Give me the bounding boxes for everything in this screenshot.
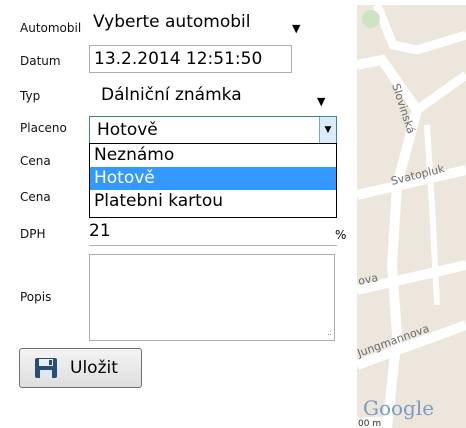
placeno-dropdown-list: Neznámo Hotově Platebni kartou <box>89 143 337 218</box>
dph-label: DPH <box>20 227 46 241</box>
automobil-select[interactable]: Vyberte automobil ▼ <box>89 9 311 37</box>
chevron-down-icon: ▼ <box>292 22 301 35</box>
floppy-disk-icon <box>35 358 57 378</box>
typ-value: Dálniční známka <box>101 85 242 105</box>
datum-label: Datum <box>20 54 61 68</box>
typ-label: Typ <box>20 89 41 103</box>
percent-unit: % <box>335 228 347 242</box>
popis-textarea[interactable]: .: <box>89 254 335 341</box>
google-logo: Google <box>363 396 434 420</box>
option-neznamo[interactable]: Neznámo <box>90 144 336 167</box>
automobil-label: Automobil <box>20 21 82 35</box>
map-scale-label: 00 m <box>358 419 381 428</box>
resize-grip-icon[interactable]: .: <box>327 328 332 338</box>
cena-label-2: Cena <box>20 190 51 204</box>
datum-input[interactable]: 13.2.2014 12:51:50 <box>89 45 292 73</box>
dph-input[interactable]: 21 <box>89 218 337 246</box>
save-button-label: Uložit <box>70 358 118 378</box>
placeno-value: Hotově <box>97 120 158 140</box>
map-canvas: Slovinská Svatopluk ova Jungmannova Goog… <box>357 5 466 428</box>
chevron-down-icon: ▼ <box>317 95 326 108</box>
dropdown-button[interactable]: ▼ <box>319 117 336 143</box>
save-button[interactable]: Uložit <box>19 348 142 388</box>
option-hotove[interactable]: Hotově <box>90 167 336 190</box>
cena-label: Cena <box>20 154 51 168</box>
datum-value: 13.2.2014 12:51:50 <box>94 49 263 69</box>
dph-value: 21 <box>89 221 111 241</box>
placeno-label: Placeno <box>20 121 67 135</box>
placeno-select[interactable]: Hotově ▼ <box>89 116 337 144</box>
chevron-down-icon: ▼ <box>324 125 332 135</box>
option-platebni-kartou[interactable]: Platebni kartou <box>90 190 336 213</box>
automobil-value: Vyberte automobil <box>93 12 251 32</box>
popis-label: Popis <box>20 290 52 304</box>
map-view[interactable]: Slovinská Svatopluk ova Jungmannova Goog… <box>357 5 466 428</box>
typ-select[interactable]: Dálniční známka ▼ <box>89 82 337 110</box>
